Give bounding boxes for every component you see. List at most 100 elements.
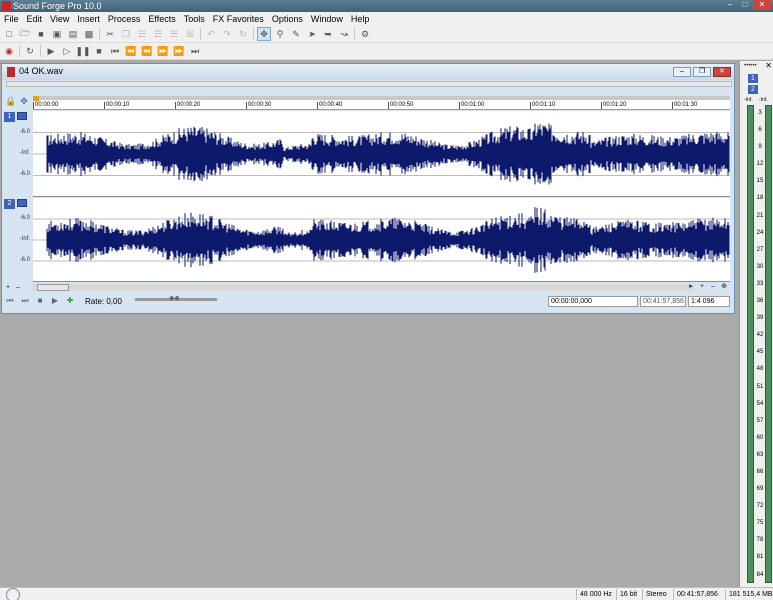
new-file-icon[interactable]: □ xyxy=(3,28,15,40)
play-icon[interactable]: ▶ xyxy=(49,295,61,307)
status-channels[interactable]: Stereo xyxy=(642,589,667,600)
menu-help[interactable]: Help xyxy=(347,12,374,26)
menu-edit[interactable]: Edit xyxy=(23,12,47,26)
channel-minimize-toggle[interactable] xyxy=(17,199,27,207)
mix-icon[interactable]: ☶ xyxy=(152,28,164,40)
go-to-end-icon[interactable]: ⏭ xyxy=(19,295,31,307)
db-label: -Inf. xyxy=(19,150,30,156)
time-ruler[interactable]: 00:00:00 00:00:10 00:00:20 00:00:30 00:0… xyxy=(33,96,730,110)
pencil-tool-icon[interactable]: ✎ xyxy=(290,28,302,40)
playhead-marker[interactable] xyxy=(33,96,39,101)
selection-start-field[interactable]: 00:00:00,000 xyxy=(548,296,638,307)
playbar-strip[interactable] xyxy=(33,96,730,100)
horizontal-scrollbar[interactable] xyxy=(32,284,694,291)
lock-icon[interactable]: 🔒 xyxy=(5,96,16,107)
repeat-icon[interactable]: ↻ xyxy=(237,28,249,40)
edit-tool-icon[interactable]: ✥ xyxy=(257,27,271,41)
menu-insert[interactable]: Insert xyxy=(73,12,104,26)
go-to-start-icon[interactable]: ⏮ xyxy=(4,295,16,307)
zoom-out-level-icon[interactable]: – xyxy=(14,284,22,292)
pause-icon[interactable]: ❚❚ xyxy=(75,45,90,57)
menu-file[interactable]: File xyxy=(0,12,23,26)
menu-window[interactable]: Window xyxy=(307,12,347,26)
close-button[interactable]: ✕ xyxy=(753,0,771,10)
auto-tool-icon[interactable]: ↝ xyxy=(338,28,350,40)
channel-2-waveform[interactable] xyxy=(33,198,730,282)
event-tool-icon[interactable]: ➤ xyxy=(306,28,318,40)
overview-bar[interactable] xyxy=(6,81,732,87)
stop-icon[interactable]: ■ xyxy=(93,45,105,57)
menu-tools[interactable]: Tools xyxy=(180,12,209,26)
copy-icon[interactable]: ❐ xyxy=(120,28,132,40)
meter-channel-badge[interactable]: 1 xyxy=(748,74,758,83)
envelope-tool-icon[interactable]: ➥ xyxy=(322,28,334,40)
channel-1-waveform[interactable] xyxy=(33,111,730,197)
waveform-channel-2[interactable] xyxy=(33,198,730,282)
meters-close-icon[interactable]: ✕ xyxy=(765,61,772,70)
open-folder-icon[interactable]: 🗁 xyxy=(19,28,31,40)
play-plus-icon[interactable]: ✚ xyxy=(64,295,76,307)
channel-number-badge[interactable]: 2 xyxy=(4,199,15,209)
paste-icon[interactable]: ☷ xyxy=(136,28,148,40)
menu-view[interactable]: View xyxy=(46,12,73,26)
loop-icon[interactable]: ↻ xyxy=(24,45,36,57)
menu-effects[interactable]: Effects xyxy=(144,12,179,26)
settings-icon[interactable]: ⚙ xyxy=(359,28,371,40)
menu-process[interactable]: Process xyxy=(104,12,145,26)
channel-minimize-toggle[interactable] xyxy=(17,112,27,120)
redo-icon[interactable]: ↷ xyxy=(221,28,233,40)
stop-icon[interactable]: ■ xyxy=(34,295,46,307)
magnify-tool-icon[interactable]: ⚲ xyxy=(274,28,286,40)
minimize-button[interactable]: – xyxy=(723,0,737,10)
meter-scale-label: 54 xyxy=(756,400,764,407)
rewind-icon[interactable]: ⏪ xyxy=(141,45,153,57)
standard-toolbar: □ 🗁 ■ ▣ ▤ ▩ ✂ ❐ ☷ ☶ ☵ ☒ ↶ ↷ ↻ ✥ ⚲ ✎ ➤ ➥ … xyxy=(0,26,773,43)
toolbar-divider xyxy=(99,28,100,40)
waveform-channel-1[interactable] xyxy=(33,111,730,197)
zoom-fit-icon[interactable]: ⊕ xyxy=(720,283,728,291)
app-titlebar: Sound Forge Pro 10.0 – □ ✕ xyxy=(0,0,773,12)
previous-icon[interactable]: ⏪ xyxy=(125,45,137,57)
forward-icon[interactable]: ⏩ xyxy=(157,45,169,57)
save-as-icon[interactable]: ▣ xyxy=(51,28,63,40)
next-icon[interactable]: ⏩ xyxy=(173,45,185,57)
play-icon[interactable]: ▷ xyxy=(61,45,73,57)
go-to-end-icon[interactable]: ⏭ xyxy=(189,45,201,57)
channel-number-badge[interactable]: 1 xyxy=(4,112,15,122)
trim-icon[interactable]: ☵ xyxy=(168,28,180,40)
go-to-start-icon[interactable]: ⏮ xyxy=(109,45,121,57)
record-icon[interactable]: ◉ xyxy=(3,45,15,57)
zoom-ratio-field[interactable]: 1:4 096 xyxy=(688,296,730,307)
undo-icon[interactable]: ↶ xyxy=(205,28,217,40)
zoom-in-icon[interactable]: + xyxy=(698,283,706,291)
meters-grip[interactable]: •••••• xyxy=(744,63,757,69)
status-sample-rate[interactable]: 48 000 Hz xyxy=(576,589,612,600)
rate-slider-knob[interactable]: ◆◆ xyxy=(169,294,183,302)
save-icon[interactable]: ■ xyxy=(35,28,47,40)
zoom-in-level-icon[interactable]: + xyxy=(4,284,12,292)
meter-scale-label: 81 xyxy=(756,554,764,561)
cut-icon[interactable]: ✂ xyxy=(104,28,116,40)
meter-scale-label: 57 xyxy=(756,417,764,424)
status-bit-depth[interactable]: 16 bit xyxy=(616,589,637,600)
doc-close-button[interactable]: ✕ xyxy=(713,67,731,77)
zoom-out-icon[interactable]: – xyxy=(709,283,717,291)
menu-fx-favorites[interactable]: FX Favorites xyxy=(209,12,268,26)
play-all-icon[interactable]: ▶ xyxy=(45,45,57,57)
print-icon[interactable]: ▩ xyxy=(83,28,95,40)
delete-icon[interactable]: ☒ xyxy=(184,28,196,40)
menu-options[interactable]: Options xyxy=(268,12,307,26)
maximize-button[interactable]: □ xyxy=(738,0,752,10)
render-icon[interactable]: ▤ xyxy=(67,28,79,40)
doc-restore-button[interactable]: ❐ xyxy=(693,67,711,77)
meter-channel-badge[interactable]: 2 xyxy=(748,85,758,94)
doc-minimize-button[interactable]: – xyxy=(673,67,691,77)
scroll-right-icon[interactable]: ▸ xyxy=(687,283,695,291)
snap-icon[interactable]: ✥ xyxy=(20,96,28,107)
channel-1-gutter: 1 -6.0 -Inf. -6.0 xyxy=(4,111,33,197)
db-label: -6.0 xyxy=(19,171,30,177)
meter-peak-left[interactable]: -Inf. xyxy=(744,97,753,103)
meter-peak-right[interactable]: -Inf. xyxy=(759,97,768,103)
scrollbar-thumb[interactable] xyxy=(37,284,69,291)
meter-scale-label: 51 xyxy=(756,383,764,390)
